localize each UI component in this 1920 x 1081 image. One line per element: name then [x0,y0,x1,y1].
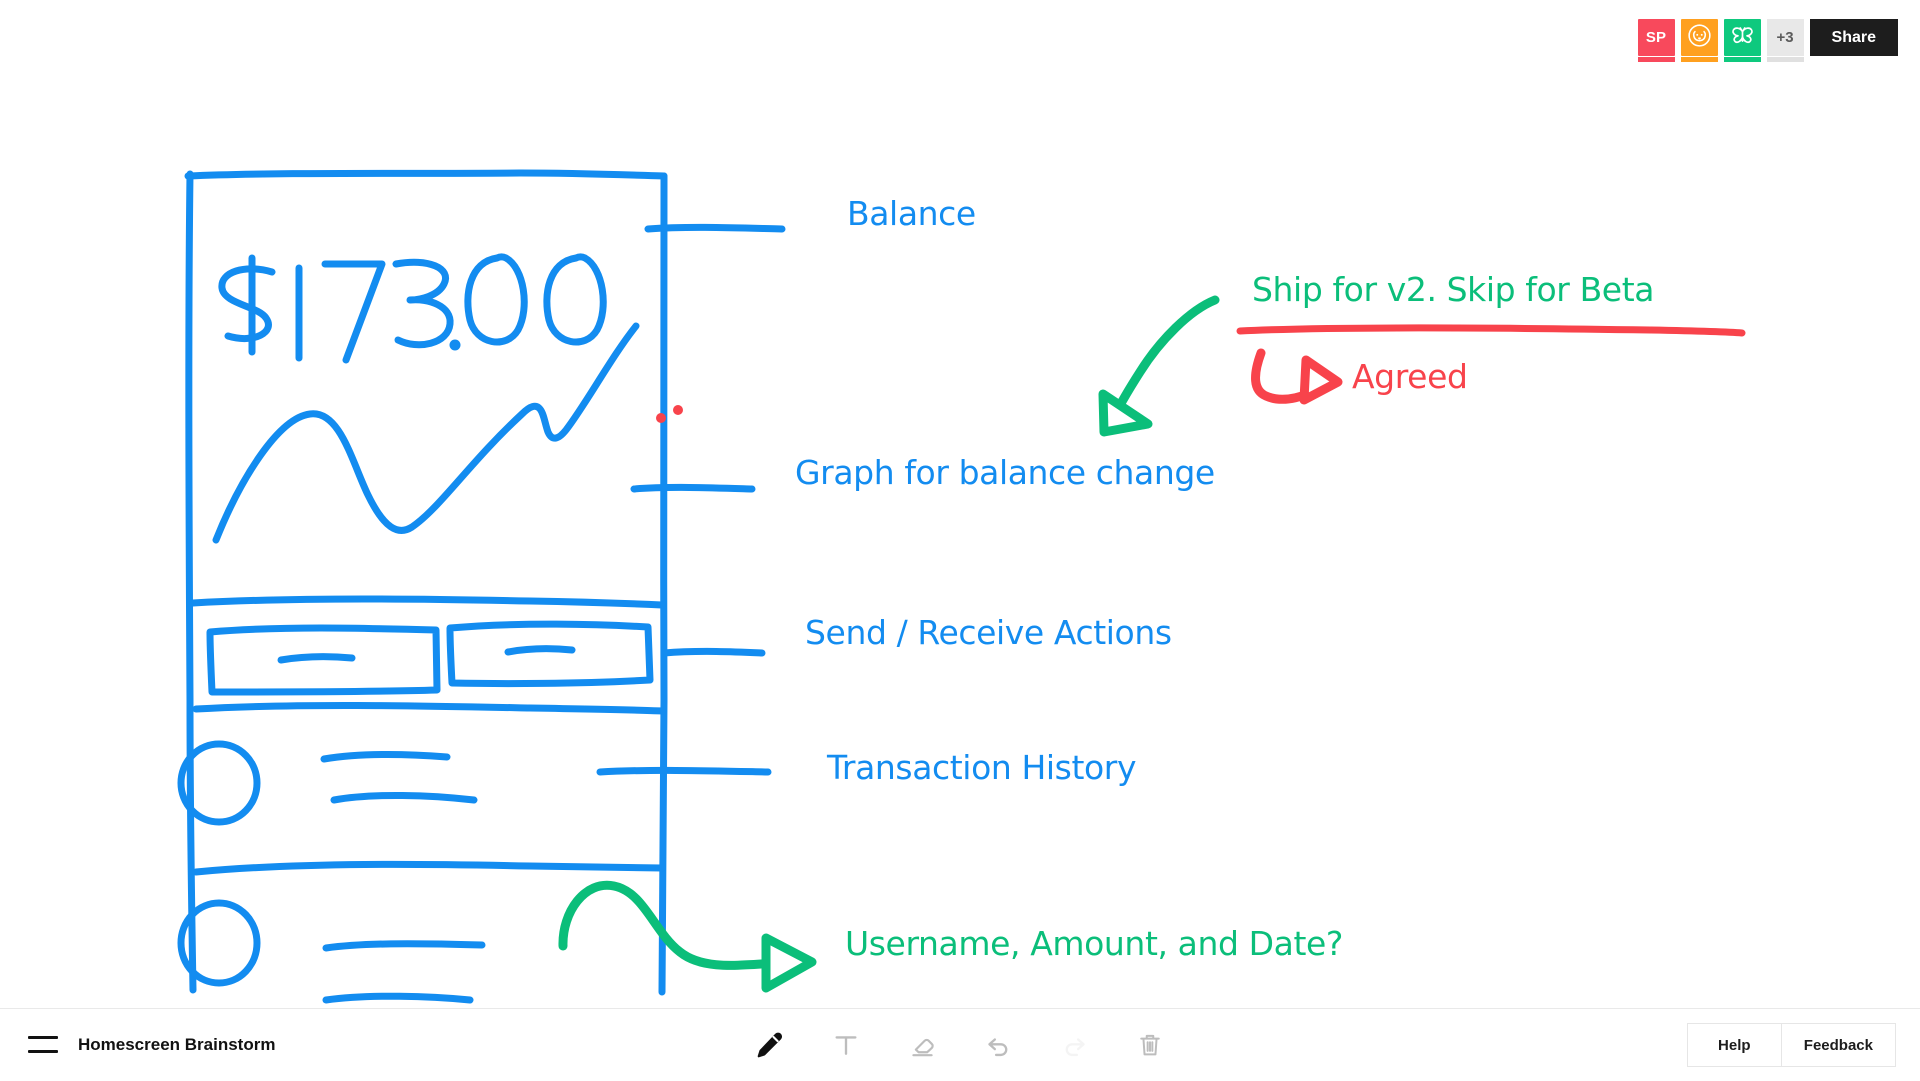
annotation-agreed: Agreed [1352,357,1468,396]
wireframe-transaction-row-1 [177,740,478,826]
wireframe-balance-graph [212,322,640,544]
avatar-overflow-count[interactable]: +3 [1766,19,1804,62]
butterfly-icon [1729,22,1756,54]
avatar-color-bar [1680,57,1718,62]
avatar-overflow-label: +3 [1776,29,1794,46]
avatar-color-bar [1637,57,1675,62]
leader-lines [596,223,786,776]
lion-face-icon [1686,22,1713,54]
green-arrow-to-graph [1098,295,1220,437]
annotation-graph-balance: Graph for balance change [795,453,1215,492]
document-title: Homescreen Brainstorm [78,1035,276,1054]
bottom-toolbar-right: Help Feedback [1686,1023,1896,1067]
pencil-tool[interactable] [747,1022,793,1068]
drawing-tools [747,1022,1173,1068]
delete-tool[interactable] [1127,1022,1173,1068]
annotation-balance: Balance [847,194,976,233]
avatar-initials: SP [1645,29,1667,46]
eraser-tool[interactable] [899,1022,945,1068]
share-button[interactable]: Share [1809,19,1898,56]
wireframe-balance-amount [218,253,607,364]
avatar-color-bar [1723,57,1761,62]
menu-icon[interactable] [28,1036,58,1054]
feedback-button[interactable]: Feedback [1781,1023,1896,1067]
avatar-sp[interactable]: SP [1637,19,1675,62]
avatar-lion[interactable] [1680,19,1718,62]
bottom-toolbar-left: Homescreen Brainstorm [0,1035,275,1055]
annotation-send-receive: Send / Receive Actions [805,613,1172,652]
help-button[interactable]: Help [1686,1023,1782,1067]
wireframe-action-buttons [206,620,654,696]
wireframe-divider-1 [189,595,666,609]
wireframe-divider-2 [192,701,666,715]
wireframe-divider-3 [192,860,666,876]
annotation-username-amount: Username, Amount, and Date? [845,924,1343,963]
text-tool[interactable] [823,1022,869,1068]
wireframe-transaction-row-2 [177,899,486,1004]
annotation-transaction-history: Transaction History [826,748,1136,787]
avatar-overflow-bar [1766,57,1804,62]
green-arrow-to-transaction-row [558,880,817,993]
bottom-toolbar: Homescreen Brainstorm Help Feedback [0,1008,1920,1081]
red-dot-markers [656,405,683,423]
avatar-butterfly[interactable] [1723,19,1761,62]
red-underline [1236,324,1746,337]
redo-tool[interactable] [1051,1022,1097,1068]
whiteboard-canvas[interactable]: .ink { fill:none; stroke-linecap:round; … [0,0,1920,1081]
undo-tool[interactable] [975,1022,1021,1068]
whiteboard-app: .ink { fill:none; stroke-linecap:round; … [0,0,1920,1081]
red-reply-arrow [1251,348,1343,405]
presence-bar: SP +3 Share [1637,19,1898,62]
annotation-ship-for-v2: Ship for v2. Skip for Beta [1252,270,1654,309]
